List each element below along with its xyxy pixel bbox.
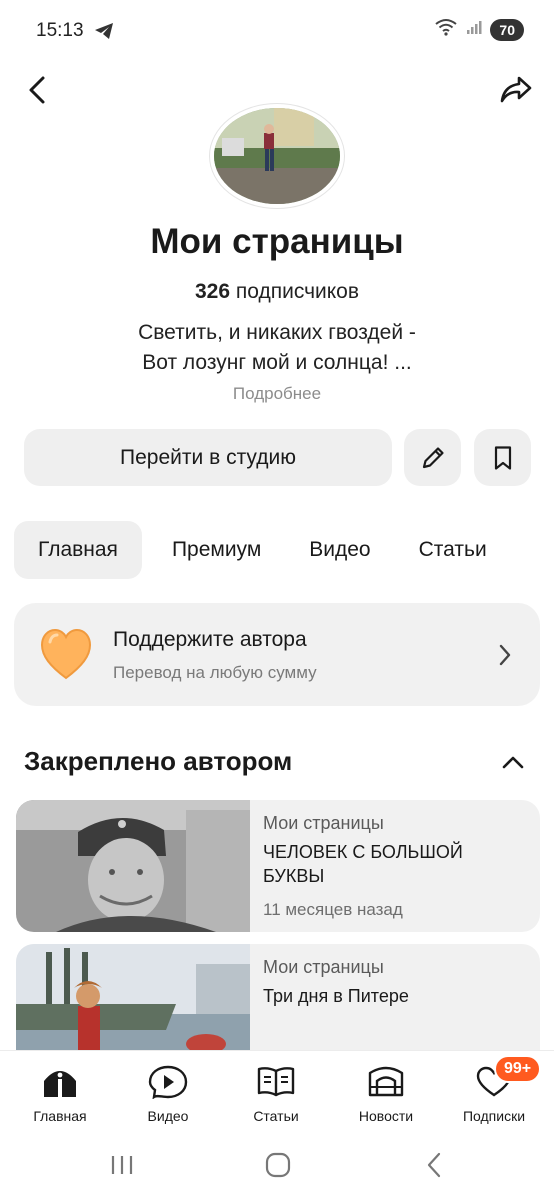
bottom-navigation: Главная Видео Статьи Новости Подписки 99… xyxy=(0,1050,554,1135)
video-thumbnail xyxy=(16,800,250,932)
item-channel: Мои страницы xyxy=(263,957,384,977)
recents-icon xyxy=(111,1156,133,1174)
edit-button[interactable] xyxy=(404,429,461,486)
video-icon xyxy=(148,1065,188,1100)
share-icon xyxy=(500,76,532,103)
item-meta: 11 месяцев назад xyxy=(263,900,403,919)
back-button[interactable] xyxy=(20,72,54,108)
go-to-studio-button[interactable]: Перейти в студию xyxy=(24,429,392,486)
battery-indicator: 70 xyxy=(490,18,524,41)
item-title: Три дня в Питере xyxy=(263,986,409,1006)
subscribers-label: подписчиков xyxy=(235,280,360,303)
nav-home[interactable]: Главная xyxy=(10,1065,110,1124)
nav-articles-label: Статьи xyxy=(253,1108,299,1124)
nav-news[interactable]: Новости xyxy=(336,1065,436,1124)
articles-icon xyxy=(257,1067,295,1097)
telegram-icon xyxy=(94,22,114,45)
recents-button[interactable] xyxy=(102,1150,142,1180)
tab-main[interactable]: Главная xyxy=(14,521,142,579)
bookmark-button[interactable] xyxy=(474,429,531,486)
nav-home-label: Главная xyxy=(33,1108,87,1124)
chevron-right-icon xyxy=(498,643,512,672)
support-author-card[interactable]: Поддержите автора Перевод на любую сумму xyxy=(14,603,540,706)
status-indicators: 70 xyxy=(434,18,524,41)
subscriptions-badge: 99+ xyxy=(494,1055,542,1083)
nav-articles[interactable]: Статьи xyxy=(226,1065,326,1124)
pinned-section-title: Закреплено автором xyxy=(24,746,293,776)
home-icon xyxy=(44,1071,76,1097)
back-system-button[interactable] xyxy=(414,1150,454,1180)
item-channel: Мои страницы xyxy=(263,813,384,833)
chevron-up-icon xyxy=(502,756,524,769)
nav-video[interactable]: Видео xyxy=(118,1065,218,1124)
back-arrow-icon xyxy=(427,1152,441,1178)
channel-title: Мои страницы xyxy=(150,222,404,261)
heart-icon xyxy=(40,628,92,687)
tab-articles[interactable]: Статьи xyxy=(395,521,511,579)
support-subtitle: Перевод на любую сумму xyxy=(113,663,317,682)
status-time: 15:13 xyxy=(36,20,84,41)
item-title: ЧЕЛОВЕК С БОЛЬШОЙ БУКВЫ xyxy=(263,842,463,886)
description-line-1: Светить, и никаких гвоздей - xyxy=(138,321,416,344)
pencil-icon xyxy=(422,446,444,468)
wifi-icon xyxy=(434,18,458,41)
collapse-pinned-button[interactable] xyxy=(496,748,530,776)
nav-news-label: Новости xyxy=(358,1108,414,1124)
channel-description: Светить, и никаких гвоздей - Вот лозунг … xyxy=(0,318,554,378)
home-circle-icon xyxy=(265,1152,291,1178)
signal-icon xyxy=(466,19,482,40)
system-navigation-bar xyxy=(0,1134,554,1200)
home-system-button[interactable] xyxy=(258,1150,298,1180)
subscribers-count: 326 подписчиков xyxy=(0,280,554,304)
avatar-photo xyxy=(214,108,340,204)
subscribers-number: 326 xyxy=(194,280,231,303)
pinned-item[interactable]: Мои страницы ЧЕЛОВЕК С БОЛЬШОЙ БУКВЫ 11 … xyxy=(16,800,540,932)
nav-video-label: Видео xyxy=(147,1108,189,1124)
bookmark-icon xyxy=(494,445,511,470)
chevron-left-icon xyxy=(29,76,45,104)
channel-avatar[interactable] xyxy=(214,108,340,204)
news-icon xyxy=(368,1066,404,1097)
nav-subscriptions-label: Подписки xyxy=(462,1108,526,1124)
tab-premium[interactable]: Премиум xyxy=(142,521,285,579)
description-line-2: Вот лозунг мой и солнца! ... xyxy=(142,351,412,374)
support-title: Поддержите автора xyxy=(113,628,307,651)
more-link[interactable]: Подробнее xyxy=(0,384,554,404)
channel-tabs: Главная Премиум Видео Статьи xyxy=(14,521,511,579)
share-button[interactable] xyxy=(496,72,536,108)
tab-video[interactable]: Видео xyxy=(285,521,394,579)
